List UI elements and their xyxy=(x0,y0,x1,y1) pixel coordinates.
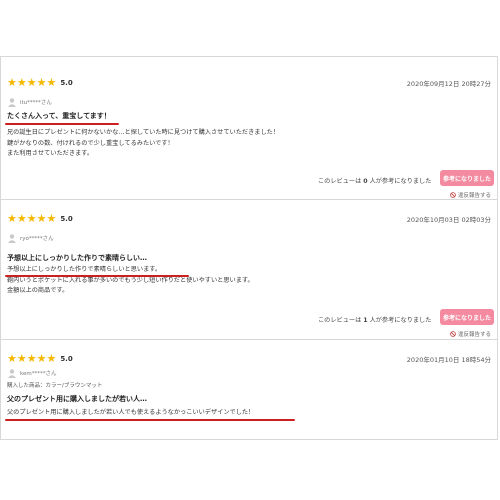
rating-value: 5.0 xyxy=(60,79,73,87)
prohibited-icon xyxy=(450,192,456,198)
helpful-button[interactable]: 参考になりました xyxy=(440,170,494,186)
review-body: 兄の誕生日にプレゼントに何かないかな…と探していた時に見つけて購入させていただき… xyxy=(7,128,279,160)
rating-value: 5.0 xyxy=(60,355,73,363)
helpful-button[interactable]: 参考になりました xyxy=(440,309,494,325)
report-link[interactable]: 違反報告する xyxy=(450,330,491,338)
reviewer-nickname: ryo*****さん xyxy=(20,236,54,242)
review-divider xyxy=(1,199,497,200)
review-body-line: 鞄内いうとポケットに入れる事が多いのでもう少し短い作りだと使いやすいと思います。 xyxy=(7,276,254,284)
review-date: 2020年10月03日 02時03分 xyxy=(406,216,491,224)
rating-value: 5.0 xyxy=(60,215,73,223)
rating-row: ★★★★★ 5.0 xyxy=(7,213,73,225)
review-body-line: 予想以上にしっかりした作りで素晴らしいと思います。 xyxy=(7,266,162,273)
rating-row: ★★★★★ 5.0 xyxy=(7,77,73,89)
review-title: 予想以上にしっかりした作りで素晴らしい… xyxy=(7,254,147,262)
helpful-count: 0 xyxy=(363,178,368,185)
review-date: 2020年09月12日 20時27分 xyxy=(406,80,491,88)
helpful-count-text: このレビューは 1 人が参考になりました xyxy=(318,317,432,324)
review-body-line: 金額以上の商品です。 xyxy=(7,287,69,294)
review-body-line: また利用させていただきます。 xyxy=(7,150,94,157)
review-date: 2020年01月10日 18時54分 xyxy=(406,356,491,364)
rating-row: ★★★★★ 5.0 xyxy=(7,353,73,365)
report-label: 違反報告する xyxy=(458,332,492,338)
star-rating-icon: ★★★★★ xyxy=(7,212,57,225)
reviewer: ryo*****さん xyxy=(7,233,54,243)
review-title: たくさん入って、重宝してます！ xyxy=(7,112,111,120)
review-body-line: 父のプレゼント用に購入しましたが若い人でも使えるようなかっこいいデザインでした！ xyxy=(7,409,255,416)
reviewer: kem*****さん xyxy=(7,368,56,378)
report-label: 違反報告する xyxy=(458,193,492,199)
reviewer-nickname: kem*****さん xyxy=(20,371,57,377)
purchased-product: 購入した商品：カラー/ブラウンマット xyxy=(7,383,103,389)
reviewer: itu*****さん xyxy=(7,97,52,107)
star-rating-icon: ★★★★★ xyxy=(7,352,57,365)
highlight-underline xyxy=(5,275,189,277)
user-avatar-icon xyxy=(8,369,16,378)
report-link[interactable]: 違反報告する xyxy=(450,191,491,199)
review-title: 父のプレゼント用に購入しましたが若い人… xyxy=(7,395,147,403)
review-body: 予想以上にしっかりした作りで素晴らしいと思います。 鞄内いうとポケットに入れる事… xyxy=(7,265,254,297)
prohibited-icon xyxy=(450,331,456,337)
star-rating-icon: ★★★★★ xyxy=(7,76,57,89)
reviewer-nickname: itu*****さん xyxy=(20,100,52,106)
highlight-underline xyxy=(5,123,119,125)
review-body-line: 鍵がかなりの数、付けれるので少し重宝してるみたいです！ xyxy=(7,139,174,147)
helpful-count-text: このレビューは 0 人が参考になりました xyxy=(318,178,432,185)
reviews-panel: ★★★★★ 5.0 2020年09月12日 20時27分 itu*****さん … xyxy=(0,56,498,440)
review-body: 父のプレゼント用に購入しましたが若い人でも使えるようなかっこいいデザインでした！ xyxy=(7,408,254,419)
review-body-line: 兄の誕生日にプレゼントに何かないかな…と探していた時に見つけて購入させていただき… xyxy=(7,129,280,136)
user-avatar-icon xyxy=(8,98,16,107)
helpful-count: 1 xyxy=(363,317,368,324)
user-avatar-icon xyxy=(8,234,16,243)
highlight-underline xyxy=(5,419,295,421)
review-divider xyxy=(1,339,497,340)
